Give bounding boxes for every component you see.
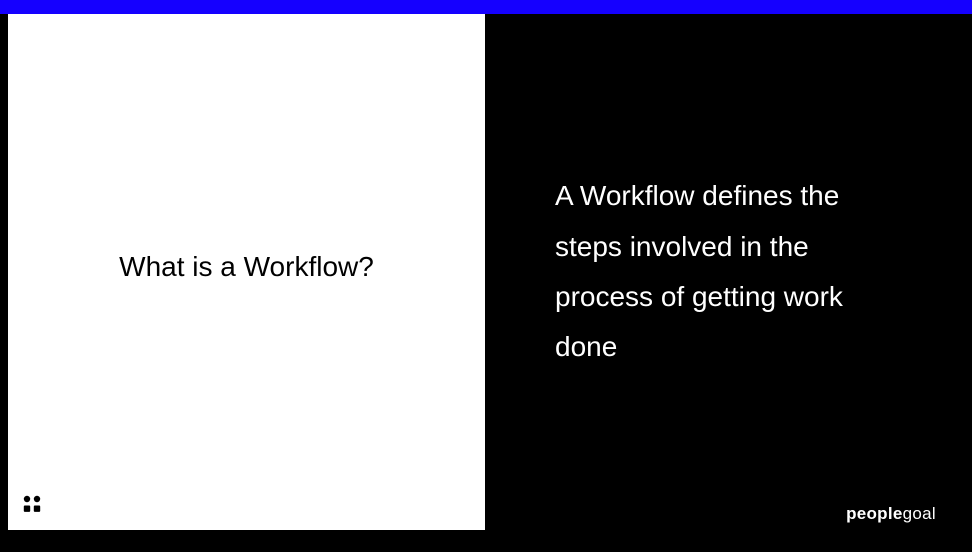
logo-bold: people <box>846 504 903 523</box>
slide-body: A Workflow defines the steps involved in… <box>555 171 912 373</box>
dots-icon <box>22 494 44 516</box>
left-panel: What is a Workflow? <box>8 14 485 530</box>
slide-content: What is a Workflow? A Workflow defines t… <box>0 14 972 530</box>
right-panel: A Workflow defines the steps involved in… <box>485 14 972 530</box>
slide-title: What is a Workflow? <box>119 251 374 283</box>
logo-light: goal <box>903 504 936 523</box>
peoplegoal-logo: peoplegoal <box>846 504 936 524</box>
top-accent-bar <box>0 0 972 14</box>
